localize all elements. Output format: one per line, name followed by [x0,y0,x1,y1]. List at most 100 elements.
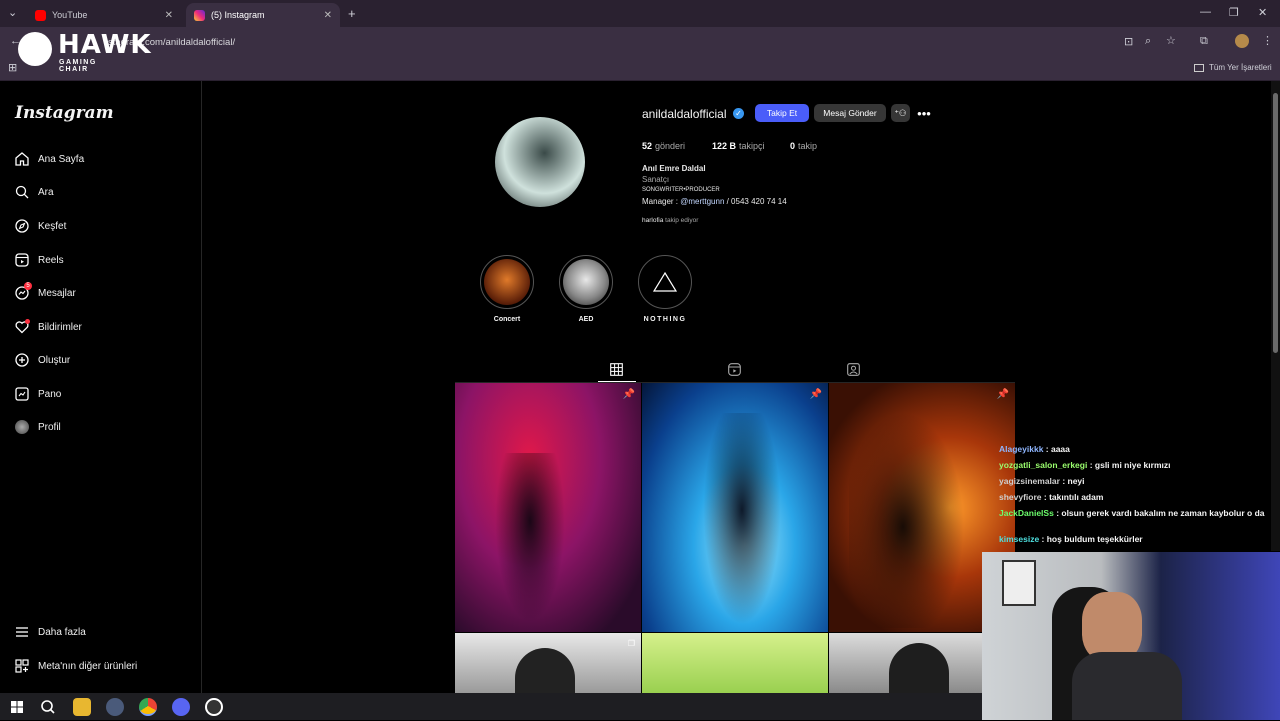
sidebar-item-label: Oluştur [38,354,71,366]
post-2[interactable]: 📌 [642,383,828,632]
search-icon[interactable] [39,698,57,716]
highlight-nothing[interactable]: NOTHING [638,255,692,323]
sidebar-item-more[interactable]: Daha fazla [14,624,86,640]
extensions-icon[interactable]: ⧉ [1200,35,1208,48]
scrollbar-thumb[interactable] [1273,93,1278,353]
close-icon[interactable]: ✕ [324,10,332,21]
stat-following[interactable]: 0 takip [790,141,817,151]
stat-followers[interactable]: 122 Btakipçi [712,141,765,151]
grid-tab-icon [610,363,623,376]
browser-tab-bar: ⌄ YouTube ✕ (5) Instagram ✕ + — ❐ ✕ [0,0,1280,27]
profile-avatar[interactable] [495,117,585,207]
highlight-concert[interactable]: Concert [480,255,534,323]
discord-icon[interactable] [172,698,190,716]
chat-message: : olsun gerek vardı bakalım ne zaman kay… [1053,508,1265,518]
bookmark-star-icon[interactable]: ☆ [1166,34,1176,47]
tab-list-icon[interactable]: ⌄ [8,6,17,19]
youtube-icon [35,9,46,21]
steam-icon[interactable] [106,698,124,716]
zoom-icon[interactable]: ⌕ [1145,35,1151,48]
sidebar-item-home[interactable]: Ana Sayfa [14,151,84,167]
sidebar-item-label: Mesajlar [38,287,76,299]
profile-full-name: Anıl Emre Daldal [642,164,706,173]
followed-by[interactable]: harlofia takip ediyor [642,217,698,224]
sidebar-item-messages[interactable]: 5 Mesajlar [14,282,76,301]
suggest-user-button[interactable]: ⁺⚇ [891,104,910,122]
chat-message: : aaaa [1043,444,1070,454]
sidebar-item-notifications[interactable]: Bildirimler [14,319,82,335]
tab-instagram[interactable]: (5) Instagram ✕ [186,3,340,27]
pin-icon: 📌 [809,389,822,400]
chat-line: yagizsinemalar : neyi [999,476,1085,486]
search-icon [14,184,30,200]
more-vertical-icon[interactable]: ⋮ [1262,34,1273,47]
new-tab-icon[interactable]: + [348,6,356,21]
more-options-button[interactable]: ••• [914,104,934,122]
highlight-cover [563,259,609,305]
bookmarks-bar: ⊞ Tüm Yer İşaretleri [0,57,1280,81]
chat-message: : neyi [1059,476,1085,486]
tab-posts[interactable] [610,363,623,381]
post-figure [889,643,949,693]
tab-youtube[interactable]: YouTube ✕ [27,3,181,27]
sidebar-item-label: Reels [38,254,64,266]
avatar-icon [14,419,30,435]
manager-link[interactable]: @merttgunn [680,197,724,206]
post-figure [515,648,575,693]
obs-icon[interactable] [205,698,223,716]
add-person-icon: ⁺⚇ [894,107,907,118]
chat-message: : gsli mi niye kırmızı [1087,460,1171,470]
chat-user: yagizsinemalar [999,476,1060,486]
chat-line: kimsesize : hoş buldum teşekkürler [999,534,1143,544]
sidebar-item-profile[interactable]: Profil [14,419,61,435]
sidebar-item-label: Profil [38,421,61,433]
chat-message: : takıntılı adam [1041,492,1104,502]
chat-message: : hoş buldum teşekkürler [1039,534,1143,544]
heart-icon [14,319,30,335]
message-button[interactable]: Mesaj Gönder [814,104,886,122]
sidebar-item-meta[interactable]: Meta'nın diğer ürünleri [14,658,137,674]
chat-user: Alageyikkk [999,444,1044,454]
post-figure [495,453,565,623]
windows-start-icon[interactable] [8,698,26,716]
close-icon[interactable]: ✕ [165,10,173,21]
tab-tagged[interactable] [847,363,860,381]
post-4[interactable]: ❐ [455,633,641,693]
followed-by-user: harlofia [642,217,664,224]
sidebar-item-explore[interactable]: Keşfet [14,218,66,234]
folder-icon [1194,63,1204,72]
highlight-cover [642,259,688,305]
post-5[interactable] [642,633,828,693]
profile-category: Sanatçı [642,175,670,184]
highlight-label: NOTHING [643,316,687,323]
window-close-icon[interactable]: ✕ [1258,6,1267,19]
highlight-ring [638,255,692,309]
dashboard-icon [14,386,30,402]
sidebar-item-create[interactable]: Oluştur [14,352,70,368]
post-figure [849,403,969,628]
minimize-icon[interactable]: — [1200,6,1211,18]
grid-icon [14,658,30,674]
highlight-aed[interactable]: AED [559,255,613,323]
highlight-label: Concert [493,316,521,323]
wall-poster [1002,560,1036,606]
profile-avatar-icon[interactable] [1235,34,1249,48]
post-1[interactable]: 📌 [455,383,641,632]
follow-button[interactable]: Takip Et [755,104,809,122]
sidebar-item-search[interactable]: Ara [14,184,54,200]
post-6[interactable] [829,633,982,693]
all-bookmarks[interactable]: Tüm Yer İşaretleri [1194,63,1272,72]
install-icon[interactable]: ⊡ [1124,35,1133,48]
tab-reels[interactable] [728,363,741,381]
restore-icon[interactable]: ❐ [1229,6,1239,19]
profile-bio-line1: SONGWRITER•PRODUCER [642,187,720,193]
chrome-icon[interactable] [139,698,157,716]
bio-prefix: Manager : [642,197,681,206]
file-explorer-icon[interactable] [73,698,91,716]
sidebar-item-reels[interactable]: Reels [14,252,64,268]
apps-icon[interactable]: ⊞ [8,61,17,74]
sidebar-item-dashboard[interactable]: Pano [14,386,61,402]
instagram-logo[interactable]: Instagram [15,103,114,123]
chat-line: JackDanielSs : olsun gerek vardı bakalım… [999,508,1265,518]
hawk-logo-icon [18,32,52,66]
